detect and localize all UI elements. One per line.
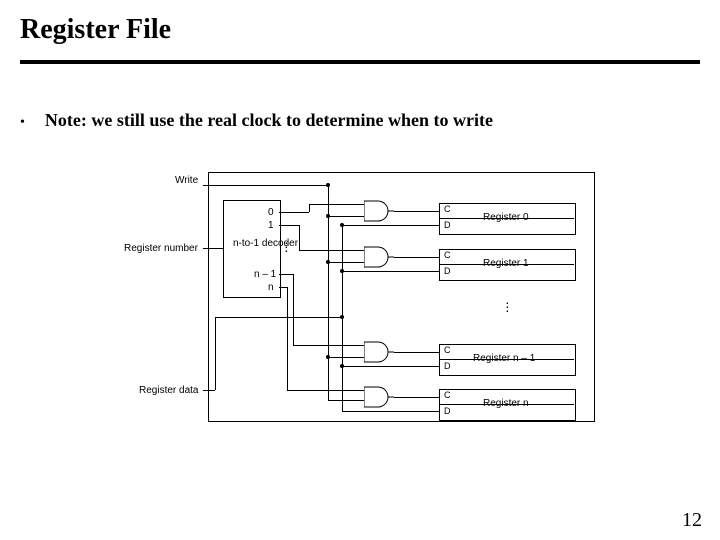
wire-d-0	[342, 225, 439, 226]
label-regdata: Register data	[139, 385, 198, 396]
decoder-out-nm1: n – 1	[254, 269, 276, 280]
title-rule	[20, 60, 700, 64]
page-number: 12	[682, 509, 702, 532]
reg3-div	[439, 404, 574, 405]
reg2-port-d: D	[444, 361, 451, 371]
reg2-port-c: C	[444, 345, 451, 355]
and-gate-1-icon	[364, 246, 394, 268]
reg1-port-c: C	[444, 250, 451, 260]
wire-d-2	[342, 366, 439, 367]
node-d-join	[340, 315, 344, 319]
wire-dec-1t	[299, 250, 364, 251]
wire-dec-2t	[293, 345, 364, 346]
reg0-port-c: C	[444, 204, 451, 214]
decoder-label: n-to-1 decoder	[233, 239, 269, 249]
decoder-out-0: 0	[268, 207, 274, 218]
wire-regdata-h	[215, 317, 342, 318]
wire-w-tap-1	[328, 262, 364, 263]
and-gate-2-icon	[364, 341, 394, 363]
node-d0	[340, 223, 344, 227]
wire-c-2	[394, 352, 439, 353]
page-title: Register File	[20, 14, 171, 46]
wire-dec-2h	[279, 274, 293, 275]
reg0-div	[439, 218, 574, 219]
label-regnum: Register number	[124, 243, 198, 254]
wire-w-tap-2	[328, 357, 364, 358]
bullet-text: Note: we still use the real clock to det…	[45, 110, 493, 131]
wire-c-0	[394, 211, 439, 212]
wire-regdata	[203, 390, 215, 391]
wire-dec-3h	[279, 287, 287, 288]
wire-w-tap-0	[328, 216, 364, 217]
bullet-icon: •	[20, 115, 25, 131]
wire-regnum	[203, 248, 223, 249]
node-write-drop	[326, 183, 330, 187]
register-file-diagram: Write Register number n-to-1 decoder 0 1…	[128, 172, 594, 422]
reg3-port-d: D	[444, 406, 451, 416]
wire-dec-0v	[309, 204, 310, 212]
decoder-out-n: n	[268, 282, 274, 293]
registers-vdots: ···	[505, 300, 510, 312]
node-d2	[340, 364, 344, 368]
wire-dec-2v	[293, 274, 294, 345]
wire-write	[203, 185, 328, 186]
wire-dec-1h	[279, 225, 299, 226]
wire-d-3	[342, 411, 439, 412]
node-w0	[326, 214, 330, 218]
node-w2	[326, 355, 330, 359]
reg1-div	[439, 264, 574, 265]
reg2-div	[439, 359, 574, 360]
slide: Register File • Note: we still use the r…	[0, 0, 720, 540]
wire-regdata-up	[215, 317, 216, 390]
node-w1	[326, 260, 330, 264]
node-d1	[340, 269, 344, 273]
decoder-vdots: ···	[284, 240, 289, 252]
reg3-port-c: C	[444, 390, 451, 400]
wire-dec-3v	[287, 287, 288, 390]
wire-c-1	[394, 257, 439, 258]
bullet-item: • Note: we still use the real clock to d…	[20, 110, 493, 131]
label-write: Write	[175, 175, 198, 186]
reg0-port-d: D	[444, 220, 451, 230]
decoder-out-1: 1	[268, 220, 274, 231]
and-gate-3-icon	[364, 386, 394, 408]
wire-dec-0h	[279, 212, 309, 213]
reg1-port-d: D	[444, 266, 451, 276]
wire-d-1	[342, 271, 439, 272]
wire-dec-3t	[287, 390, 364, 391]
wire-w-tap-3	[328, 400, 364, 401]
wire-dec-1v	[299, 225, 300, 250]
wire-c-3	[394, 397, 439, 398]
wire-dec-0t	[309, 204, 364, 205]
and-gate-0-icon	[364, 200, 394, 222]
